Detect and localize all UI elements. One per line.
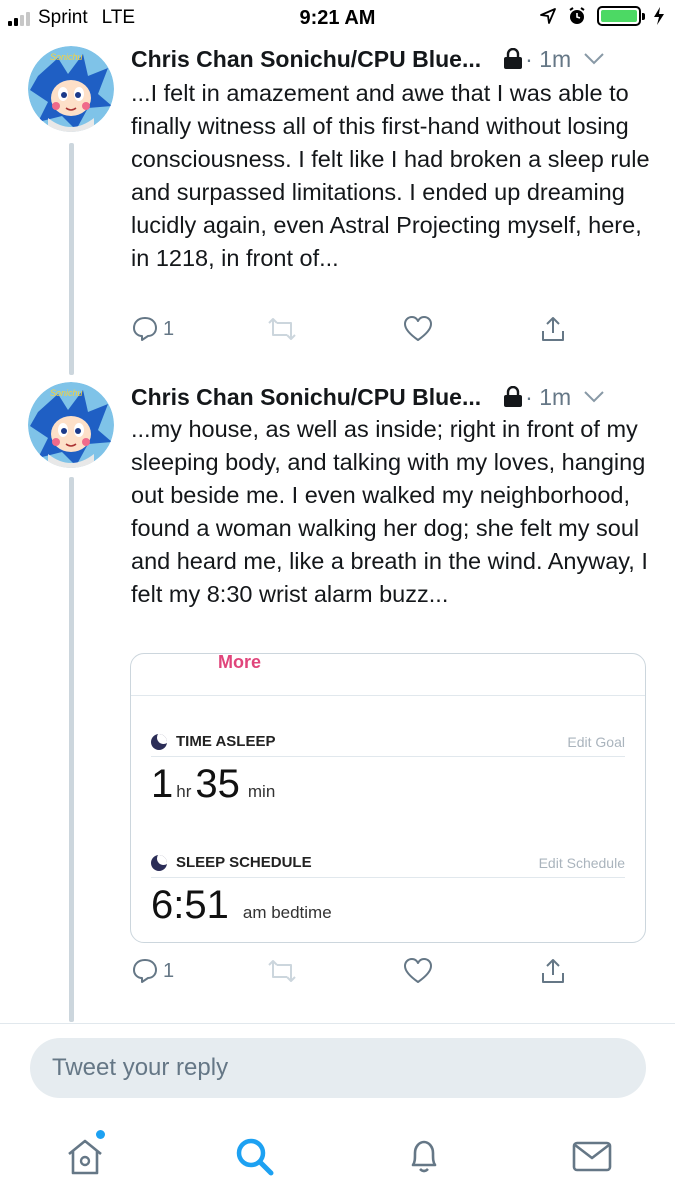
messages-icon (572, 1141, 612, 1172)
reply-input[interactable] (30, 1038, 646, 1098)
time-asleep-label: TIME ASLEEP (176, 733, 276, 750)
share-button[interactable] (539, 315, 567, 343)
edit-goal-link: Edit Goal (567, 734, 625, 750)
moon-icon (151, 733, 167, 750)
like-button[interactable] (403, 957, 433, 985)
divider (0, 1023, 675, 1024)
notification-dot (96, 1130, 105, 1139)
share-button[interactable] (539, 957, 567, 985)
divider (131, 695, 645, 696)
reply-count: 1 (163, 317, 175, 340)
sleep-schedule-title: SLEEP SCHEDULE (151, 854, 312, 871)
moon-icon (151, 854, 167, 871)
time-asleep-title: TIME ASLEEP (151, 733, 275, 750)
time-asleep-value: 1 hr 35 min (151, 762, 279, 807)
tab-notifications[interactable] (402, 1134, 446, 1178)
reply-bar[interactable] (30, 1038, 646, 1098)
like-button[interactable] (403, 315, 433, 343)
author-name[interactable]: Chris Chan Sonichu/CPU Blue... (131, 384, 481, 411)
lock-icon (504, 386, 523, 407)
retweet-icon (268, 960, 296, 982)
reply-icon (133, 317, 157, 341)
reply-count: 1 (163, 959, 175, 982)
notifications-icon (411, 1140, 437, 1173)
thread-line (69, 477, 74, 1022)
search-icon (236, 1138, 274, 1176)
author-name[interactable]: Chris Chan Sonichu/CPU Blue... (131, 46, 481, 73)
location-icon (540, 8, 556, 24)
avatar-label: Sonichu (50, 52, 83, 62)
retweet-button[interactable] (265, 957, 299, 985)
sleep-schedule-label: SLEEP SCHEDULE (176, 854, 312, 871)
tab-bar (0, 1120, 675, 1200)
avatar[interactable]: Sonichu (28, 46, 114, 132)
share-icon (542, 959, 564, 983)
battery-icon (597, 6, 645, 26)
chevron-down-icon[interactable] (583, 390, 605, 404)
bedtime-value: 6:51 (151, 883, 229, 927)
share-icon (542, 317, 564, 341)
avatar-label: Sonichu (50, 388, 83, 398)
heart-icon (404, 316, 432, 341)
divider (151, 877, 625, 878)
tweet-age: · 1m (525, 45, 572, 72)
avatar[interactable]: Sonichu (28, 382, 114, 468)
reply-button[interactable]: 1 (131, 957, 174, 985)
charging-bolt-icon (654, 7, 664, 25)
home-icon (68, 1139, 102, 1175)
reply-icon (133, 959, 157, 983)
divider (151, 756, 625, 757)
more-link: More (218, 653, 262, 672)
tab-messages[interactable] (570, 1134, 614, 1178)
chevron-down-icon[interactable] (583, 52, 605, 66)
reply-button[interactable]: 1 (131, 315, 174, 343)
lock-icon (504, 48, 523, 69)
alarm-icon (569, 7, 585, 24)
minutes-value: 35 (195, 762, 240, 806)
thread-line (69, 143, 74, 375)
retweet-icon (268, 318, 296, 340)
tab-home[interactable] (63, 1130, 107, 1178)
retweet-button[interactable] (265, 315, 299, 343)
heart-icon (404, 958, 432, 983)
tweet-text: ...my house, as well as inside; right in… (131, 416, 648, 607)
tab-search[interactable] (232, 1134, 276, 1178)
sleep-card-image[interactable]: More TIME ASLEEP Edit Goal 1 hr 35 min S… (130, 653, 646, 943)
hours-unit: hr (176, 782, 192, 801)
minutes-unit: min (247, 782, 276, 801)
status-bar: Sprint LTE 9:21 AM (0, 0, 675, 36)
bedtime-caption: am bedtime (242, 903, 332, 922)
hours-value: 1 (151, 762, 174, 806)
sleep-schedule-value: 6:51 am bedtime (151, 883, 336, 928)
edit-schedule-link: Edit Schedule (538, 855, 625, 871)
tweet-text: ...I felt in amazement and awe that I wa… (131, 80, 650, 271)
tweet-age: · 1m (525, 383, 572, 410)
